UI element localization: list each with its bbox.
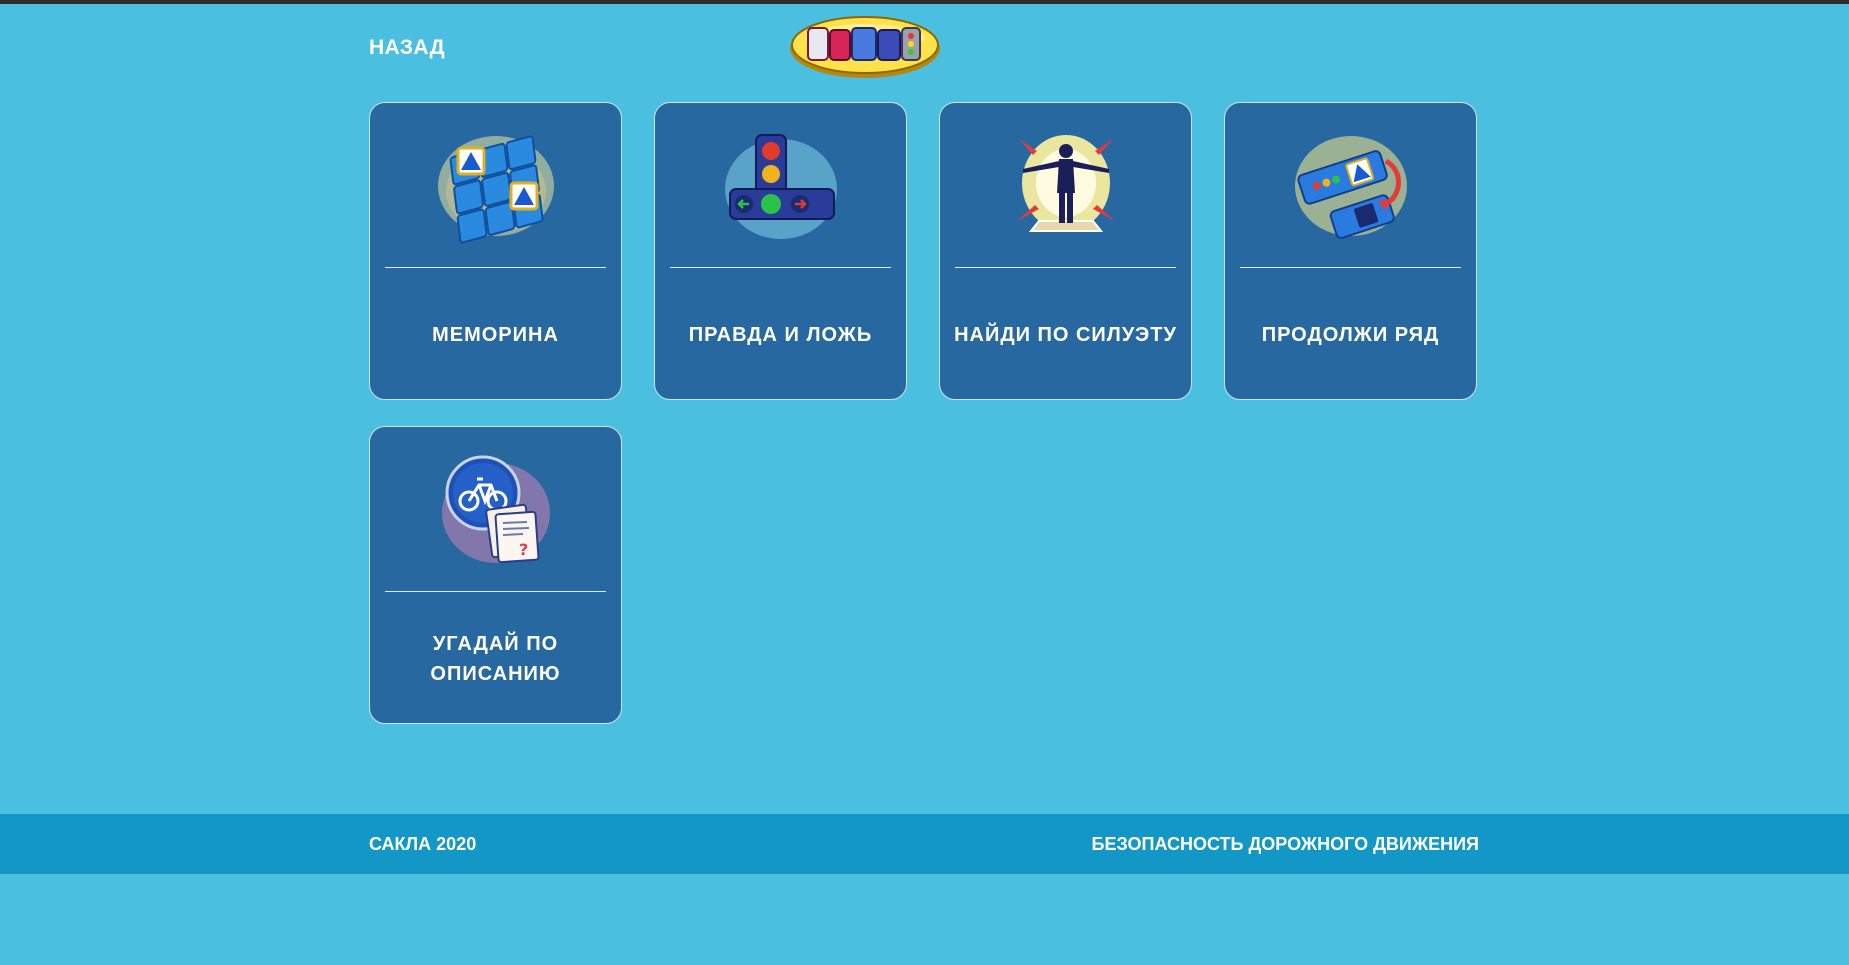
- footer-tagline: БЕЗОПАСНОСТЬ ДОРОЖНОГО ДВИЖЕНИЯ: [1091, 834, 1479, 854]
- game-title: ПРАВДА И ЛОЖЬ: [688, 324, 873, 346]
- card-divider: [385, 591, 606, 592]
- games-logo: [790, 16, 940, 78]
- footer: САКЛА 2020 БЕЗОПАСНОСТЬ ДОРОЖНОГО ДВИЖЕН…: [0, 814, 1849, 874]
- top-border: [0, 0, 1849, 4]
- svg-text:?: ?: [519, 540, 528, 559]
- game-title: ПРОДОЛЖИ РЯД: [1261, 324, 1440, 346]
- bicycle-sign-icon: ?: [442, 455, 550, 564]
- game-title: МЕМОРИНА: [432, 324, 559, 346]
- game-card-memorina[interactable]: МЕМОРИНА: [369, 102, 622, 400]
- back-link[interactable]: НАЗАД: [369, 36, 445, 60]
- game-card-guess-by-description[interactable]: ? УГАДАЙ ПО ОПИСАНИЮ: [369, 426, 622, 724]
- game-card-continue-sequence[interactable]: ПРОДОЛЖИ РЯД: [1224, 102, 1477, 400]
- card-divider: [385, 267, 606, 268]
- game-card-truth-or-lie[interactable]: ПРАВДА И ЛОЖЬ: [654, 102, 907, 400]
- silhouette-icon: [1017, 135, 1115, 232]
- footer-copyright: САКЛА 2020: [369, 834, 477, 854]
- game-title: УГАДАЙ ПО ОПИСАНИЮ: [430, 633, 561, 685]
- game-card-find-by-silhouette[interactable]: НАЙДИ ПО СИЛУЭТУ: [939, 102, 1192, 400]
- game-title: НАЙДИ ПО СИЛУЭТУ: [954, 324, 1177, 346]
- card-divider: [955, 267, 1176, 268]
- sequence-cards-icon: [1295, 136, 1407, 239]
- memory-tiles-icon: [438, 135, 554, 244]
- card-divider: [670, 267, 891, 268]
- card-divider: [1240, 267, 1461, 268]
- traffic-light-icon: [725, 134, 837, 239]
